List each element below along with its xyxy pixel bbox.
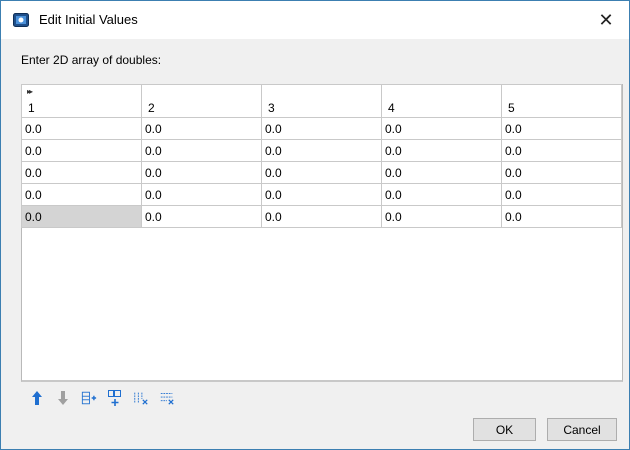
table-cell[interactable]: 0.0 (261, 183, 382, 206)
move-down-icon[interactable] (55, 389, 71, 407)
table-cell[interactable]: 0.0 (141, 117, 262, 140)
table-cell[interactable]: 0.0 (381, 117, 502, 140)
close-icon[interactable]: ✕ (583, 1, 629, 39)
table-row: 0.0 0.0 0.0 0.0 0.0 (21, 205, 622, 228)
cancel-button[interactable]: Cancel (547, 418, 617, 441)
table-cell[interactable]: 0.0 (501, 139, 622, 162)
window-title: Edit Initial Values (39, 12, 138, 27)
values-grid[interactable]: ▸▸1 2 3 4 5 0.0 0.0 0.0 0.0 0.0 0.0 0.0 (21, 84, 623, 382)
title-bar: Edit Initial Values ✕ (1, 1, 629, 39)
table-cell[interactable]: 0.0 (141, 183, 262, 206)
table-cell[interactable]: 0.0 (141, 139, 262, 162)
table-row: 0.0 0.0 0.0 0.0 0.0 (21, 117, 622, 140)
insert-row-icon[interactable] (107, 389, 123, 407)
table-cell[interactable]: 0.0 (501, 205, 622, 228)
table-cell[interactable]: 0.0 (21, 139, 142, 162)
column-header[interactable]: 4 (381, 84, 502, 118)
dialog-window: Edit Initial Values ✕ Enter 2D array of … (0, 0, 630, 450)
column-header[interactable]: 2 (141, 84, 262, 118)
table-cell[interactable]: 0.0 (381, 183, 502, 206)
table-cell[interactable]: 0.0 (141, 205, 262, 228)
table-cell[interactable]: 0.0 (261, 117, 382, 140)
table-cell[interactable]: 0.0 (381, 205, 502, 228)
ok-button[interactable]: OK (473, 418, 536, 441)
clear-rows-icon[interactable] (159, 389, 175, 407)
table-cell[interactable]: 0.0 (501, 117, 622, 140)
table-cell[interactable]: 0.0 (21, 161, 142, 184)
table-row: 0.0 0.0 0.0 0.0 0.0 (21, 139, 622, 162)
table-cell[interactable]: 0.0 (381, 161, 502, 184)
table-cell[interactable]: 0.0 (381, 139, 502, 162)
table-row: 0.0 0.0 0.0 0.0 0.0 (21, 161, 622, 184)
table-cell[interactable]: 0.0 (501, 161, 622, 184)
table-cell[interactable]: 0.0 (261, 139, 382, 162)
values-table: ▸▸1 2 3 4 5 0.0 0.0 0.0 0.0 0.0 0.0 0.0 (21, 84, 622, 228)
table-cell[interactable]: 0.0 (141, 161, 262, 184)
table-row: 0.0 0.0 0.0 0.0 0.0 (21, 183, 622, 206)
app-icon (13, 13, 29, 27)
add-row-icon[interactable] (81, 389, 97, 407)
column-header[interactable]: 3 (261, 84, 382, 118)
delete-column-icon[interactable] (133, 389, 149, 407)
selected-table-cell[interactable]: 0.0 (21, 205, 142, 228)
table-cell[interactable]: 0.0 (21, 183, 142, 206)
table-toolbar (29, 387, 175, 409)
table-cell[interactable]: 0.0 (261, 161, 382, 184)
table-cell[interactable]: 0.0 (501, 183, 622, 206)
table-cell[interactable]: 0.0 (261, 205, 382, 228)
table-cell[interactable]: 0.0 (21, 117, 142, 140)
column-header[interactable]: 5 (501, 84, 622, 118)
move-up-icon[interactable] (29, 389, 45, 407)
column-header[interactable]: ▸▸ 1 (21, 84, 142, 118)
expand-icon[interactable]: ▸▸ (27, 87, 33, 96)
prompt-label: Enter 2D array of doubles: (21, 53, 162, 67)
